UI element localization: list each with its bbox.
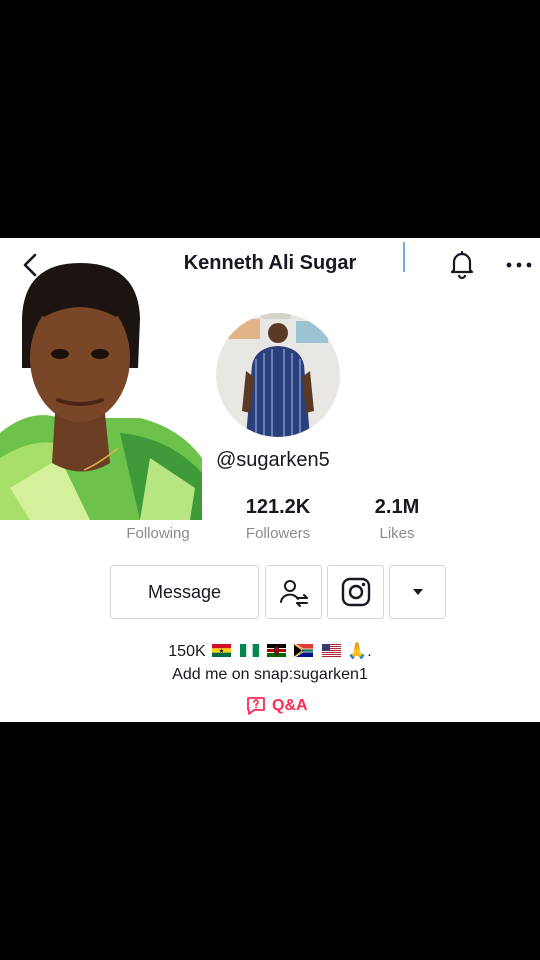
ghana-flag-icon (212, 644, 232, 657)
instagram-icon (341, 577, 370, 607)
stat-label: Following (126, 525, 190, 542)
add-friends-icon (279, 580, 308, 607)
bio-suffix: . (367, 643, 372, 660)
bio-count: 150K (168, 643, 206, 660)
pray-emoji: 🙏 (347, 643, 368, 660)
stat-likes[interactable]: 2.1M Likes (337, 496, 457, 542)
stat-label: Followers (245, 525, 311, 542)
bell-icon[interactable] (446, 248, 478, 280)
stat-value: 2.1M (374, 496, 420, 518)
qa-link[interactable]: Q&A (246, 696, 308, 716)
more-options-dropdown[interactable] (389, 565, 446, 619)
stat-value: 121.2K (245, 496, 311, 518)
avatar[interactable] (216, 313, 340, 437)
message-button[interactable]: Message (110, 565, 259, 619)
bio-line-1: 150K 🙏. (0, 641, 540, 661)
username: @sugarken5 (216, 449, 330, 471)
instagram-button[interactable] (327, 565, 384, 619)
dropdown-arrow-icon (412, 589, 423, 595)
south-africa-flag-icon (294, 644, 314, 657)
facecam-overlay-image (0, 263, 202, 520)
nigeria-flag-icon (239, 644, 259, 657)
qa-label: Q&A (272, 697, 308, 714)
stat-label: Likes (379, 525, 415, 542)
qa-icon (247, 697, 265, 715)
kenya-flag-icon (267, 644, 286, 657)
bio-line-2: Add me on snap:sugarken1 (172, 666, 368, 683)
more-icon[interactable] (502, 250, 536, 280)
stat-followers[interactable]: 121.2K Followers (218, 496, 338, 542)
add-friends-button[interactable] (265, 565, 322, 619)
usa-flag-icon (321, 644, 341, 657)
